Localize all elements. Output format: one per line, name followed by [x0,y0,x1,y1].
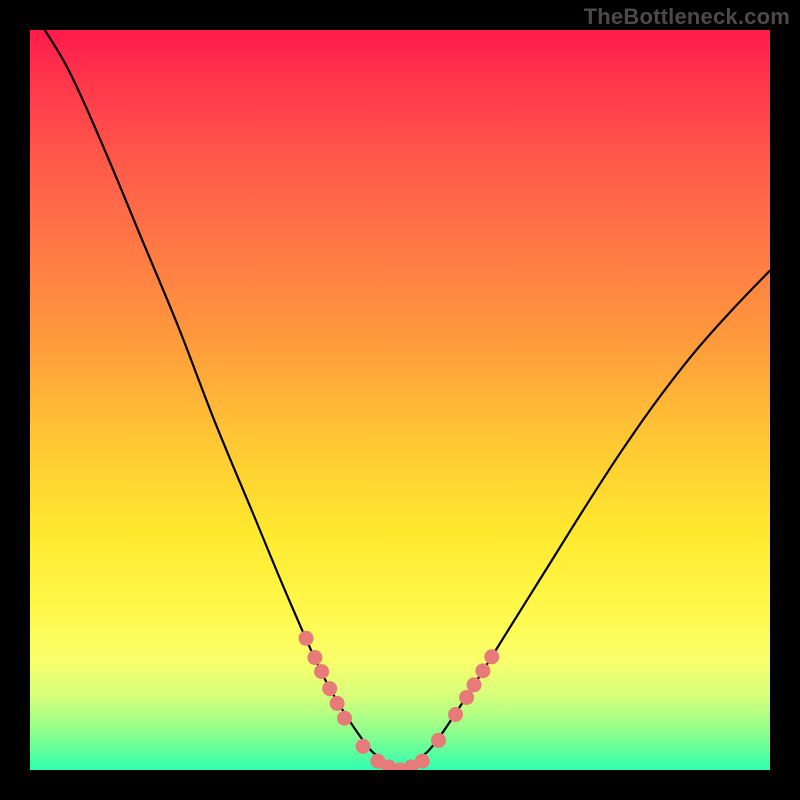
curve-marker [356,739,370,753]
curve-marker [308,651,322,665]
curve-marker [467,678,481,692]
chart-frame: TheBottleneck.com [0,0,800,800]
bottleneck-curve [30,30,770,770]
curve-marker [476,664,490,678]
curve-marker [338,711,352,725]
curve-marker [431,733,445,747]
curve-marker [323,682,337,696]
curve-marker [449,708,463,722]
curve-marker [315,665,329,679]
watermark-text: TheBottleneck.com [584,4,790,30]
curve-marker [330,696,344,710]
curve-marker [460,690,474,704]
curve-marker [415,754,429,768]
curve-markers [299,631,499,770]
curve-marker [299,631,313,645]
curve-marker [485,650,499,664]
curve-line [30,30,770,770]
plot-area [30,30,770,770]
